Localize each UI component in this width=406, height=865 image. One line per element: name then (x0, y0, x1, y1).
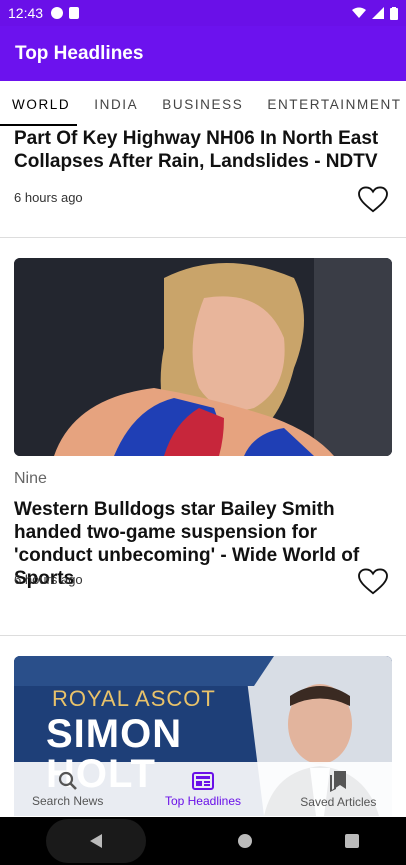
tab-india[interactable]: INDIA (82, 97, 150, 112)
favorite-heart-icon[interactable] (358, 568, 388, 596)
back-triangle-icon (89, 834, 102, 848)
nav-label: Search News (31, 794, 104, 808)
nav-search-news[interactable]: Search News (0, 762, 135, 817)
article-image (14, 258, 392, 456)
tab-indicator (0, 124, 77, 126)
promo-line-simon: SIMON (46, 712, 183, 756)
nav-top-headlines[interactable]: Top Headlines (135, 762, 270, 817)
notification-icon (51, 7, 64, 19)
wifi-icon (352, 7, 366, 18)
bookmarks-icon (330, 771, 347, 792)
signal-icon (372, 7, 384, 19)
article-time: 6 hours ago (14, 572, 83, 587)
home-button[interactable] (237, 833, 253, 849)
bottom-navigation: Search News Top Headlines Saved Articles (0, 762, 406, 817)
status-time: 12:43 (8, 5, 44, 21)
article-time: 6 hours ago (14, 190, 83, 205)
search-icon (58, 771, 77, 790)
system-navigation-bar (0, 817, 406, 865)
battery-icon (390, 6, 398, 20)
newspaper-icon (191, 772, 214, 790)
article-headline: Part Of Key Highway NH06 In North East C… (14, 128, 379, 172)
athlete-photo (14, 258, 392, 456)
recents-button[interactable] (344, 833, 360, 849)
favorite-heart-icon[interactable] (358, 186, 388, 214)
category-tabs: WORLD INDIA BUSINESS ENTERTAINMENT (0, 81, 406, 127)
tab-entertainment[interactable]: ENTERTAINMENT (255, 97, 406, 112)
tab-business[interactable]: BUSINESS (150, 97, 255, 112)
back-button[interactable] (45, 819, 146, 863)
article-source: Nine (14, 470, 47, 487)
nav-saved-articles[interactable]: Saved Articles (271, 762, 406, 817)
article-card[interactable]: Part Of Key Highway NH06 In North East C… (0, 127, 406, 237)
nav-label: Saved Articles (300, 795, 377, 809)
promo-line-royal-ascot: ROYAL ASCOT (52, 686, 216, 711)
news-feed[interactable]: Part Of Key Highway NH06 In North East C… (0, 127, 406, 817)
sd-card-icon (69, 7, 80, 19)
status-bar: 12:43 (0, 0, 406, 26)
app-bar: Top Headlines (0, 26, 406, 81)
article-card[interactable]: Nine Western Bulldogs star Bailey Smith … (0, 237, 406, 635)
tab-world[interactable]: WORLD (0, 97, 82, 112)
nav-label: Top Headlines (164, 794, 242, 808)
page-title: Top Headlines (15, 42, 144, 64)
